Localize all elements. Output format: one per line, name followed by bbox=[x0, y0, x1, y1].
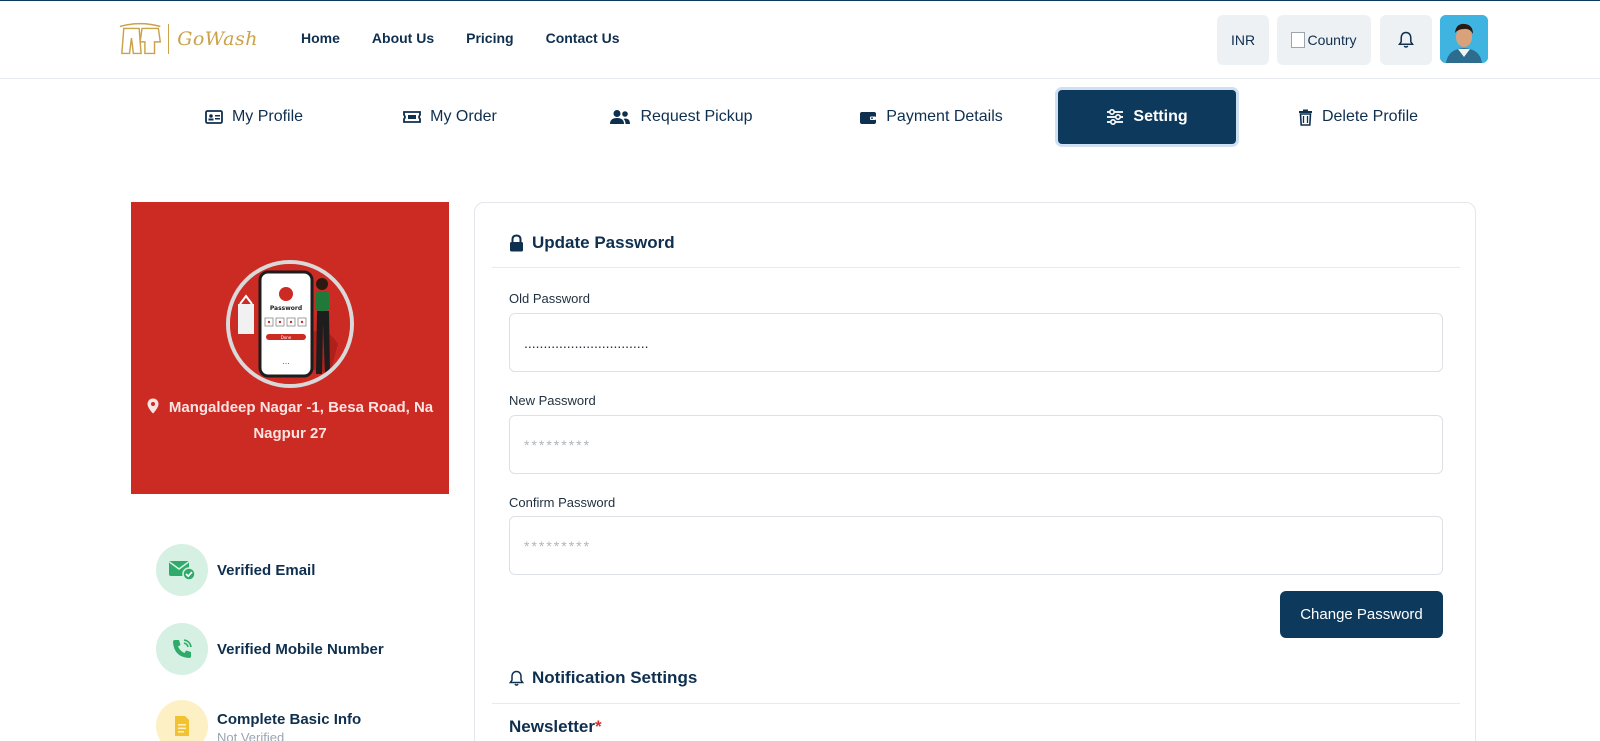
nav-contact-us[interactable]: Contact Us bbox=[546, 30, 620, 46]
section-title: Update Password bbox=[532, 233, 675, 252]
verified-mobile-item: Verified Mobile Number bbox=[156, 623, 384, 675]
tab-request-pickup[interactable]: Request Pickup bbox=[606, 90, 756, 144]
nav-about-us[interactable]: About Us bbox=[372, 30, 434, 46]
section-title: Notification Settings bbox=[532, 668, 698, 687]
user-avatar[interactable] bbox=[1440, 15, 1488, 63]
nav-home[interactable]: Home bbox=[301, 30, 340, 46]
main-nav: Home About Us Pricing Contact Us bbox=[301, 30, 652, 46]
address-line-1: Mangaldeep Nagar -1, Besa Road, Na bbox=[168, 399, 434, 416]
gowash-logo[interactable]: GoWash bbox=[118, 18, 258, 60]
new-password-placeholder: ********* bbox=[524, 436, 592, 453]
country-selector[interactable]: Country bbox=[1277, 15, 1371, 65]
svg-text:Password: Password bbox=[270, 305, 302, 312]
broken-image-icon bbox=[1291, 32, 1306, 48]
newsletter-label: Newsletter* bbox=[509, 717, 602, 737]
confirm-password-field[interactable]: ********* bbox=[509, 516, 1443, 575]
site-header: GoWash Home About Us Pricing Contact Us … bbox=[0, 1, 1600, 79]
wallet-icon bbox=[859, 110, 877, 125]
section-divider bbox=[492, 267, 1460, 268]
old-password-value: ................................ bbox=[524, 334, 649, 351]
user-photo bbox=[1440, 15, 1488, 63]
new-password-label: New Password bbox=[509, 393, 596, 408]
logo-text: GoWash bbox=[177, 28, 258, 50]
required-mark: * bbox=[594, 717, 602, 736]
tab-delete-profile[interactable]: Delete Profile bbox=[1294, 90, 1422, 144]
password-phone-illustration: Password Done ... bbox=[230, 264, 350, 384]
update-password-heading: Update Password bbox=[509, 233, 675, 253]
logo-divider bbox=[168, 24, 170, 54]
address-line-2: Nagpur 27 bbox=[253, 425, 327, 442]
notification-settings-heading: Notification Settings bbox=[509, 668, 697, 688]
currency-button[interactable]: INR bbox=[1217, 15, 1269, 65]
newsletter-text: Newsletter bbox=[509, 717, 595, 736]
users-icon bbox=[609, 109, 631, 125]
verification-status: Not Verified bbox=[217, 730, 285, 741]
country-label: Country bbox=[1307, 32, 1357, 48]
tab-label: Delete Profile bbox=[1321, 108, 1419, 125]
section-divider bbox=[492, 703, 1460, 704]
verification-label: Complete Basic Info bbox=[217, 711, 362, 728]
complete-basic-info-item: Complete Basic Info Not Verified bbox=[156, 700, 361, 741]
settings-tabs: My Profile My Order Request Pickup Payme… bbox=[0, 90, 1600, 144]
tab-my-order[interactable]: My Order bbox=[394, 90, 506, 144]
verified-email-item: Verified Email bbox=[156, 544, 315, 596]
verification-label: Verified Email bbox=[217, 561, 316, 579]
lock-icon bbox=[509, 234, 524, 252]
notifications-button[interactable] bbox=[1380, 15, 1432, 65]
tab-label: Setting bbox=[1133, 108, 1188, 125]
old-password-field[interactable]: ................................ bbox=[509, 313, 1443, 372]
new-password-field[interactable]: ********* bbox=[509, 415, 1443, 474]
confirm-password-placeholder: ********* bbox=[524, 537, 592, 554]
tab-payment-details[interactable]: Payment Details bbox=[856, 90, 1006, 144]
verification-label: Verified Mobile Number bbox=[217, 640, 384, 658]
tab-setting[interactable]: Setting bbox=[1058, 90, 1236, 144]
bell-icon bbox=[1398, 31, 1414, 48]
phone-icon bbox=[156, 623, 208, 675]
old-password-label: Old Password bbox=[509, 291, 590, 306]
laundry-logo-icon bbox=[119, 22, 162, 55]
trash-icon bbox=[1298, 109, 1313, 126]
tab-label: Request Pickup bbox=[640, 108, 753, 125]
profile-illustration: Password Done ... bbox=[226, 260, 354, 388]
id-card-icon bbox=[205, 110, 223, 124]
svg-text:Done: Done bbox=[281, 335, 292, 340]
profile-address: Mangaldeep Nagar -1, Besa Road, Na Nagpu… bbox=[131, 396, 449, 446]
tab-label: My Order bbox=[430, 108, 497, 125]
nav-pricing[interactable]: Pricing bbox=[466, 30, 513, 46]
email-check-icon bbox=[156, 544, 208, 596]
tab-label: Payment Details bbox=[886, 108, 1003, 125]
ticket-icon bbox=[403, 110, 422, 124]
svg-text:...: ... bbox=[282, 357, 290, 366]
location-pin-icon bbox=[147, 398, 159, 422]
document-icon bbox=[156, 700, 208, 741]
change-password-button[interactable]: Change Password bbox=[1280, 591, 1443, 638]
tab-label: My Profile bbox=[231, 108, 304, 125]
profile-card: Password Done ... Mangaldeep Nagar -1, B… bbox=[131, 202, 449, 494]
sliders-icon bbox=[1106, 109, 1124, 125]
confirm-password-label: Confirm Password bbox=[509, 495, 616, 510]
bell-icon bbox=[509, 670, 524, 687]
tab-my-profile[interactable]: My Profile bbox=[186, 90, 322, 144]
settings-panel: Update Password Old Password ...........… bbox=[474, 202, 1476, 741]
